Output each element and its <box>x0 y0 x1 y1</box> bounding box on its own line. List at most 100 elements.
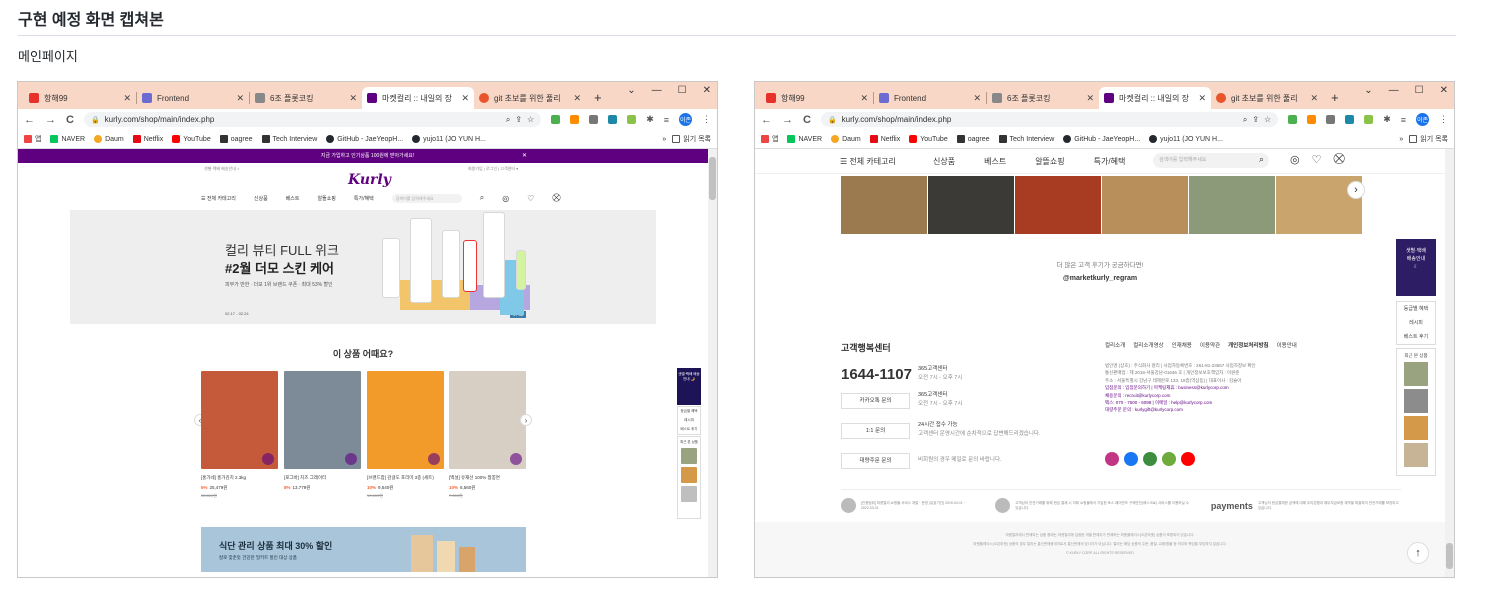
reading-list-button[interactable]: 읽기 목록 <box>1409 134 1448 144</box>
browser-tab[interactable]: Frontend ✕ <box>137 87 249 109</box>
close-window-button[interactable]: ✕ <box>703 85 711 96</box>
product-card[interactable]: [홍가네] 홍가김치 2.3kg 5% 25,479원 26,800원 <box>201 371 278 499</box>
scroll-to-top-button[interactable]: ↑ <box>1407 542 1429 564</box>
more-bookmarks-button[interactable]: » <box>1399 136 1403 143</box>
bookmark-github[interactable]: GitHub - JaeYeopH... <box>1063 135 1140 143</box>
main-banner[interactable]: 컬리 뷰티 FULL 위크 #2월 더모 스킨 케어 피부가 반한 ∙ 더모 1… <box>70 210 656 324</box>
bookmark-oagree[interactable]: oagree <box>956 135 990 143</box>
diet-promo-banner[interactable]: 식단 관리 상품 최대 30% 할인 칼로 맞춘듯 건강한 밀키트 할인 대상 … <box>201 527 526 572</box>
instagram-handle-link[interactable]: @marketkurly_regram <box>755 275 1445 282</box>
youtube-icon[interactable] <box>1181 452 1195 466</box>
profile-avatar[interactable]: 이존 <box>1416 113 1429 126</box>
browser-tab[interactable]: 항해99 ✕ <box>24 87 136 109</box>
extension-icon[interactable] <box>1326 115 1336 124</box>
star-icon[interactable]: ☆ <box>527 115 534 124</box>
search-input[interactable]: 검색어를 입력해주세요 <box>391 193 462 203</box>
recent-product-thumb[interactable] <box>1404 389 1428 413</box>
close-window-button[interactable]: ✕ <box>1440 85 1448 96</box>
nav-best[interactable]: 베스트 <box>984 156 1006 167</box>
browser-tab-active[interactable]: 마켓컬리 :: 내일의 장 ✕ <box>1099 87 1211 109</box>
bookmark-apps[interactable]: 앱 <box>761 134 778 144</box>
bookmark-github-2[interactable]: yujo11 (JO YUN H... <box>1149 135 1223 143</box>
browser-tab[interactable]: 6조 플롯코킹 ✕ <box>987 87 1099 109</box>
nav-new-products[interactable]: 신상품 <box>254 195 268 202</box>
recent-product-thumb[interactable] <box>1404 443 1428 467</box>
browser-tab[interactable]: 항해99 ✕ <box>761 87 873 109</box>
footer-link-guide[interactable]: 이용안내 <box>1277 341 1297 349</box>
browser-tab[interactable]: Frontend ✕ <box>874 87 986 109</box>
bookmark-apps[interactable]: 앱 <box>24 134 41 144</box>
close-icon[interactable]: ✕ <box>1198 93 1206 104</box>
extension-icon[interactable] <box>570 115 580 124</box>
zoom-icon[interactable]: ⌕ <box>1243 115 1247 125</box>
extension-icon[interactable] <box>1345 115 1355 124</box>
new-tab-button[interactable]: + <box>594 90 602 105</box>
bookmark-oagree[interactable]: oagree <box>219 135 253 143</box>
close-icon[interactable]: ✕ <box>973 93 981 104</box>
gallery-image[interactable] <box>841 176 927 234</box>
bookmark-naver[interactable]: NAVER <box>787 135 822 143</box>
recent-product-thumb[interactable] <box>1404 362 1428 386</box>
close-icon[interactable]: ✕ <box>1086 93 1094 104</box>
gallery-image[interactable] <box>928 176 1014 234</box>
nav-all-categories[interactable]: ☰ 전체 카테고리 <box>840 156 896 167</box>
footer-link-careers[interactable]: 인재채용 <box>1172 341 1192 349</box>
delivery-info-link[interactable]: 샛별·택배 배송안내 > <box>204 166 239 172</box>
nav-thrifty[interactable]: 알뜰쇼핑 <box>1035 156 1064 167</box>
extension-icon[interactable] <box>627 115 637 124</box>
footer-link-about[interactable]: 컬리소개 <box>1105 341 1125 349</box>
extension-icon[interactable] <box>589 115 599 124</box>
search-input[interactable]: 검색어를 입력해주세요 <box>1153 153 1269 168</box>
cart-icon[interactable]: ⛒ <box>1333 153 1344 166</box>
gallery-image[interactable] <box>1102 176 1188 234</box>
browser-tab-active[interactable]: 마켓컬리 :: 내일의 장 ✕ <box>362 87 474 109</box>
heart-icon[interactable]: ♡ <box>1312 153 1322 166</box>
next-arrow-icon[interactable]: › <box>520 414 532 426</box>
extension-icon[interactable] <box>1364 115 1374 124</box>
back-button[interactable]: ← <box>24 114 35 126</box>
cart-icon[interactable]: ⛒ <box>552 193 560 203</box>
location-icon[interactable]: ◎ <box>1290 153 1300 166</box>
nav-new-products[interactable]: 신상품 <box>933 156 955 167</box>
side-link-recipe[interactable]: 레시피 <box>1397 316 1435 330</box>
share-icon[interactable]: ⇪ <box>515 115 522 124</box>
close-icon[interactable]: ✕ <box>1310 93 1318 104</box>
close-icon[interactable]: ✕ <box>573 93 581 104</box>
extension-icon[interactable] <box>1307 115 1317 124</box>
product-card[interactable]: [브랜드팜] 감귤도 포리미 3종 (세트) 10% 9,540원 10,600원 <box>367 371 444 499</box>
location-icon[interactable]: ◎ <box>502 194 509 203</box>
signup-promo-bar[interactable]: 지금 가입하고 인기상품 100원에 받아가세요! ✕ <box>18 149 717 163</box>
close-icon[interactable]: ✕ <box>123 93 131 104</box>
nav-special-deals[interactable]: 특가/혜택 <box>354 195 374 202</box>
nav-all-categories[interactable]: ☰ 전체 카테고리 <box>201 195 236 202</box>
tab-search-icon[interactable]: ⌄ <box>627 85 635 96</box>
heart-icon[interactable]: ♡ <box>527 194 534 203</box>
nav-special-deals[interactable]: 특가/혜택 <box>1094 156 1126 167</box>
side-link-recipe[interactable]: 레시피 <box>678 416 700 425</box>
gallery-image[interactable] <box>1189 176 1275 234</box>
bookmark-daum[interactable]: Daum <box>831 135 861 143</box>
profile-avatar[interactable]: 이존 <box>679 113 692 126</box>
menu-dots-icon[interactable]: ⋮ <box>1439 114 1448 125</box>
user-menu-links[interactable]: 회원가입 | 로그인 | 고객센터 ▾ <box>468 166 518 172</box>
scrollbar-thumb[interactable] <box>709 157 716 200</box>
cart-icon[interactable] <box>510 453 522 465</box>
maximize-button[interactable]: ☐ <box>1415 85 1424 96</box>
side-link-best-review[interactable]: 베스트 후기 <box>1397 330 1435 344</box>
tab-search-icon[interactable]: ⌄ <box>1364 85 1372 96</box>
browser-tab[interactable]: git 초보를 위한 풀리 ✕ <box>1211 87 1323 109</box>
search-icon[interactable]: ⌕ <box>480 193 484 203</box>
menu-dots-icon[interactable]: ⋮ <box>702 114 711 125</box>
reading-list-button[interactable]: 읽기 목록 <box>672 134 711 144</box>
reading-mode-icon[interactable]: ≡ <box>1401 115 1406 125</box>
kakao-inquiry-button[interactable]: 카카오톡 문의 <box>841 393 910 409</box>
close-icon[interactable]: ✕ <box>349 93 357 104</box>
side-link-benefits[interactable]: 등급별 혜택 <box>1397 302 1435 316</box>
nav-thrifty[interactable]: 알뜰쇼핑 <box>318 195 336 202</box>
bookmark-youtube[interactable]: YouTube <box>172 135 211 143</box>
forward-button[interactable]: → <box>45 114 56 126</box>
reading-mode-icon[interactable]: ≡ <box>664 115 669 125</box>
cart-icon[interactable] <box>428 453 440 465</box>
kurly-logo[interactable]: Kurly <box>348 172 391 188</box>
footer-link-about-video[interactable]: 컬리소개영상 <box>1133 341 1163 349</box>
